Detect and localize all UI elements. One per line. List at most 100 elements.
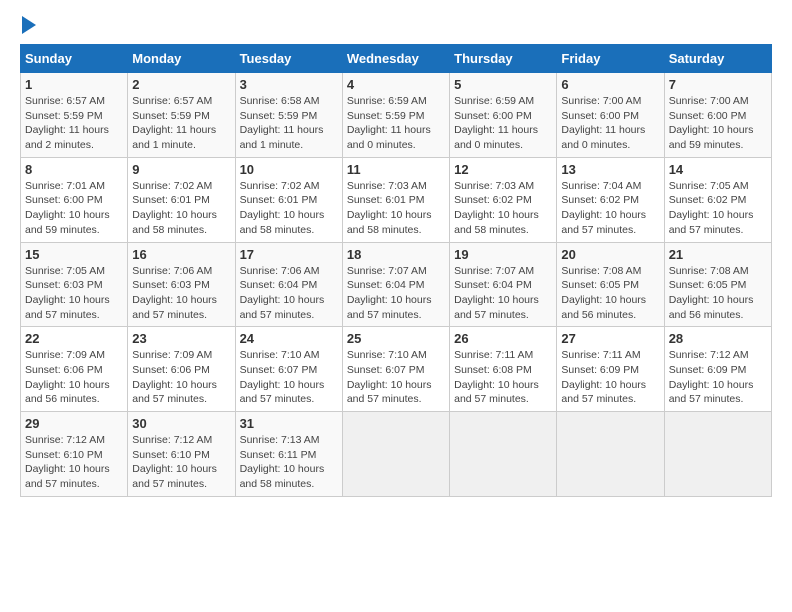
calendar-cell: 29Sunrise: 7:12 AM Sunset: 6:10 PM Dayli…	[21, 412, 128, 497]
day-number: 13	[561, 162, 659, 177]
calendar-cell: 23Sunrise: 7:09 AM Sunset: 6:06 PM Dayli…	[128, 327, 235, 412]
day-number: 26	[454, 331, 552, 346]
calendar-cell	[664, 412, 771, 497]
calendar-header-row: SundayMondayTuesdayWednesdayThursdayFrid…	[21, 45, 772, 73]
calendar-cell: 15 Sunrise: 7:05 AM Sunset: 6:03 PM Dayli…	[21, 242, 128, 327]
calendar-cell: 3 Sunrise: 6:58 AM Sunset: 5:59 PM Daylig…	[235, 73, 342, 158]
day-number: 4	[347, 77, 445, 92]
calendar-cell: 4 Sunrise: 6:59 AM Sunset: 5:59 PM Daylig…	[342, 73, 449, 158]
calendar-cell: 28 Sunrise: 7:12 AM Sunset: 6:09 PM Dayli…	[664, 327, 771, 412]
day-info: Sunrise: 6:57 AM Sunset: 5:59 PM Dayligh…	[25, 94, 123, 153]
day-info: Sunrise: 7:12 AM Sunset: 6:09 PM Dayligh…	[669, 348, 767, 407]
day-info: Sunrise: 7:09 AM Sunset: 6:06 PM Dayligh…	[132, 348, 230, 407]
day-info: Sunrise: 7:03 AM Sunset: 6:02 PM Dayligh…	[454, 179, 552, 238]
day-number: 27	[561, 331, 659, 346]
calendar-cell: 7 Sunrise: 7:00 AM Sunset: 6:00 PM Daylig…	[664, 73, 771, 158]
day-number: 14	[669, 162, 767, 177]
calendar-cell: 26Sunrise: 7:11 AM Sunset: 6:08 PM Dayli…	[450, 327, 557, 412]
day-number: 29	[25, 416, 123, 431]
day-number: 8	[25, 162, 123, 177]
calendar-table: SundayMondayTuesdayWednesdayThursdayFrid…	[20, 44, 772, 497]
day-info: Sunrise: 7:07 AM Sunset: 6:04 PM Dayligh…	[454, 264, 552, 323]
day-number: 9	[132, 162, 230, 177]
calendar-cell: 5 Sunrise: 6:59 AM Sunset: 6:00 PM Daylig…	[450, 73, 557, 158]
page-header	[20, 20, 772, 34]
calendar-cell: 8 Sunrise: 7:01 AM Sunset: 6:00 PM Daylig…	[21, 157, 128, 242]
day-number: 20	[561, 247, 659, 262]
day-info: Sunrise: 7:09 AM Sunset: 6:06 PM Dayligh…	[25, 348, 123, 407]
calendar-cell: 9 Sunrise: 7:02 AM Sunset: 6:01 PM Daylig…	[128, 157, 235, 242]
calendar-cell: 10Sunrise: 7:02 AM Sunset: 6:01 PM Dayli…	[235, 157, 342, 242]
calendar-cell: 13 Sunrise: 7:04 AM Sunset: 6:02 PM Dayli…	[557, 157, 664, 242]
calendar-header-sunday: Sunday	[21, 45, 128, 73]
calendar-cell: 16 Sunrise: 7:06 AM Sunset: 6:03 PM Dayli…	[128, 242, 235, 327]
day-info: Sunrise: 6:59 AM Sunset: 5:59 PM Dayligh…	[347, 94, 445, 153]
calendar-week-row: 22 Sunrise: 7:09 AM Sunset: 6:06 PM Dayli…	[21, 327, 772, 412]
calendar-cell: 24Sunrise: 7:10 AM Sunset: 6:07 PM Dayli…	[235, 327, 342, 412]
calendar-header-monday: Monday	[128, 45, 235, 73]
day-number: 18	[347, 247, 445, 262]
day-number: 2	[132, 77, 230, 92]
calendar-cell	[557, 412, 664, 497]
day-number: 12	[454, 162, 552, 177]
calendar-header-saturday: Saturday	[664, 45, 771, 73]
calendar-header-friday: Friday	[557, 45, 664, 73]
day-info: Sunrise: 7:00 AM Sunset: 6:00 PM Dayligh…	[669, 94, 767, 153]
calendar-cell: 14 Sunrise: 7:05 AM Sunset: 6:02 PM Dayli…	[664, 157, 771, 242]
day-number: 1	[25, 77, 123, 92]
day-info: Sunrise: 7:07 AM Sunset: 6:04 PM Dayligh…	[347, 264, 445, 323]
calendar-cell: 25Sunrise: 7:10 AM Sunset: 6:07 PM Dayli…	[342, 327, 449, 412]
day-number: 24	[240, 331, 338, 346]
day-info: Sunrise: 7:13 AM Sunset: 6:11 PM Dayligh…	[240, 433, 338, 492]
day-number: 22	[25, 331, 123, 346]
day-number: 31	[240, 416, 338, 431]
calendar-cell: 6 Sunrise: 7:00 AM Sunset: 6:00 PM Daylig…	[557, 73, 664, 158]
day-info: Sunrise: 7:01 AM Sunset: 6:00 PM Dayligh…	[25, 179, 123, 238]
calendar-week-row: 15 Sunrise: 7:05 AM Sunset: 6:03 PM Dayli…	[21, 242, 772, 327]
day-info: Sunrise: 7:05 AM Sunset: 6:02 PM Dayligh…	[669, 179, 767, 238]
day-info: Sunrise: 7:03 AM Sunset: 6:01 PM Dayligh…	[347, 179, 445, 238]
calendar-week-row: 8 Sunrise: 7:01 AM Sunset: 6:00 PM Daylig…	[21, 157, 772, 242]
day-info: Sunrise: 7:04 AM Sunset: 6:02 PM Dayligh…	[561, 179, 659, 238]
day-number: 15	[25, 247, 123, 262]
calendar-cell	[450, 412, 557, 497]
calendar-week-row: 29Sunrise: 7:12 AM Sunset: 6:10 PM Dayli…	[21, 412, 772, 497]
day-number: 28	[669, 331, 767, 346]
day-info: Sunrise: 7:06 AM Sunset: 6:03 PM Dayligh…	[132, 264, 230, 323]
calendar-header-tuesday: Tuesday	[235, 45, 342, 73]
day-info: Sunrise: 7:06 AM Sunset: 6:04 PM Dayligh…	[240, 264, 338, 323]
day-number: 19	[454, 247, 552, 262]
day-info: Sunrise: 6:58 AM Sunset: 5:59 PM Dayligh…	[240, 94, 338, 153]
day-info: Sunrise: 6:59 AM Sunset: 6:00 PM Dayligh…	[454, 94, 552, 153]
calendar-header-thursday: Thursday	[450, 45, 557, 73]
day-info: Sunrise: 7:02 AM Sunset: 6:01 PM Dayligh…	[240, 179, 338, 238]
day-info: Sunrise: 6:57 AM Sunset: 5:59 PM Dayligh…	[132, 94, 230, 153]
day-info: Sunrise: 7:00 AM Sunset: 6:00 PM Dayligh…	[561, 94, 659, 153]
day-info: Sunrise: 7:08 AM Sunset: 6:05 PM Dayligh…	[561, 264, 659, 323]
day-info: Sunrise: 7:05 AM Sunset: 6:03 PM Dayligh…	[25, 264, 123, 323]
calendar-cell: 2 Sunrise: 6:57 AM Sunset: 5:59 PM Daylig…	[128, 73, 235, 158]
day-number: 3	[240, 77, 338, 92]
calendar-cell: 17Sunrise: 7:06 AM Sunset: 6:04 PM Dayli…	[235, 242, 342, 327]
day-number: 5	[454, 77, 552, 92]
day-info: Sunrise: 7:11 AM Sunset: 6:09 PM Dayligh…	[561, 348, 659, 407]
day-number: 16	[132, 247, 230, 262]
calendar-cell: 31 Sunrise: 7:13 AM Sunset: 6:11 PM Dayli…	[235, 412, 342, 497]
calendar-cell	[342, 412, 449, 497]
logo	[20, 20, 36, 34]
day-number: 25	[347, 331, 445, 346]
day-number: 30	[132, 416, 230, 431]
calendar-cell: 20 Sunrise: 7:08 AM Sunset: 6:05 PM Dayli…	[557, 242, 664, 327]
day-number: 7	[669, 77, 767, 92]
calendar-cell: 21Sunrise: 7:08 AM Sunset: 6:05 PM Dayli…	[664, 242, 771, 327]
calendar-cell: 1 Sunrise: 6:57 AM Sunset: 5:59 PM Daylig…	[21, 73, 128, 158]
logo-arrow-icon	[22, 16, 36, 34]
calendar-cell: 22 Sunrise: 7:09 AM Sunset: 6:06 PM Dayli…	[21, 327, 128, 412]
day-info: Sunrise: 7:02 AM Sunset: 6:01 PM Dayligh…	[132, 179, 230, 238]
calendar-cell: 11Sunrise: 7:03 AM Sunset: 6:01 PM Dayli…	[342, 157, 449, 242]
calendar-cell: 19 Sunrise: 7:07 AM Sunset: 6:04 PM Dayli…	[450, 242, 557, 327]
calendar-cell: 12 Sunrise: 7:03 AM Sunset: 6:02 PM Dayli…	[450, 157, 557, 242]
calendar-week-row: 1 Sunrise: 6:57 AM Sunset: 5:59 PM Daylig…	[21, 73, 772, 158]
day-info: Sunrise: 7:08 AM Sunset: 6:05 PM Dayligh…	[669, 264, 767, 323]
day-number: 6	[561, 77, 659, 92]
